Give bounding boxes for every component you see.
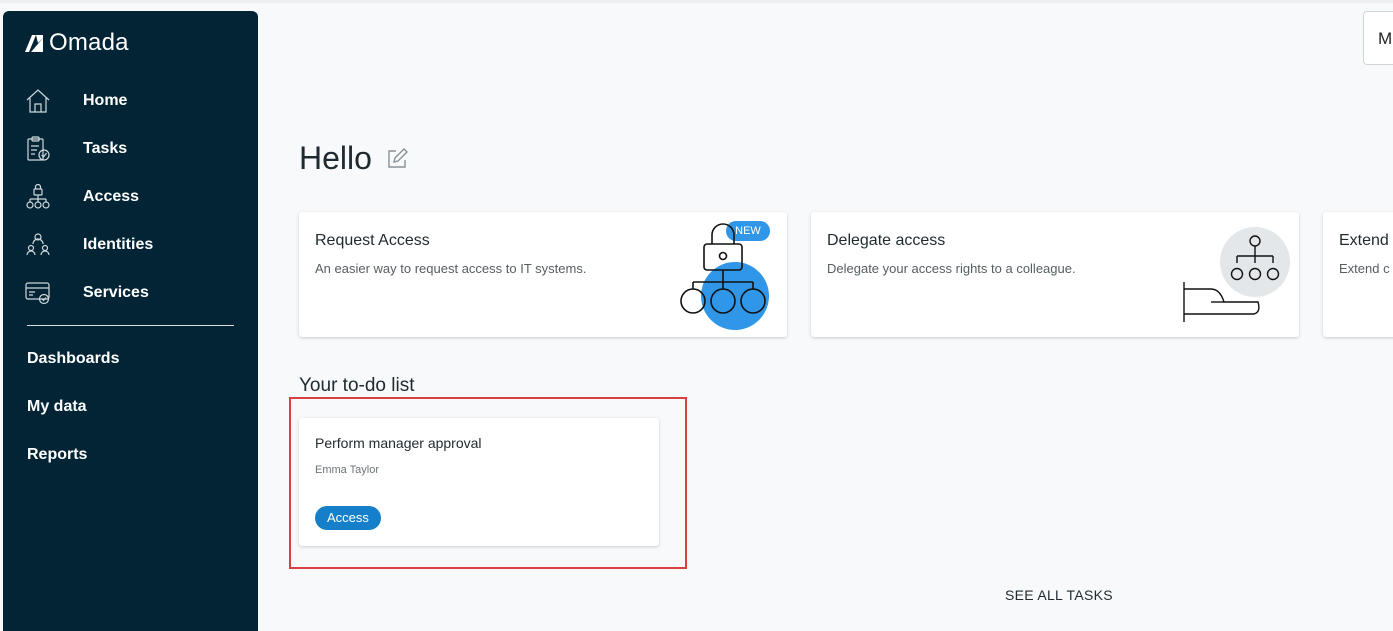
omada-logo[interactable]: Omada: [23, 29, 129, 57]
services-card-icon: [25, 282, 50, 305]
task-title: Perform manager approval: [315, 435, 482, 451]
sidebar-link-my-data[interactable]: My data: [27, 398, 87, 416]
sidebar-item-label: Services: [83, 284, 149, 301]
page-title: Hello: [299, 140, 372, 176]
sidebar-item-label: Tasks: [83, 140, 128, 157]
sidebar-item-home[interactable]: Home: [3, 81, 258, 121]
todo-list-heading: Your to-do list: [299, 375, 415, 396]
user-menu-button[interactable]: M: [1363, 11, 1393, 65]
delegate-access-card[interactable]: Delegate access Delegate your access rig…: [811, 212, 1299, 337]
sidebar-divider: [27, 325, 234, 326]
sidebar-item-tasks[interactable]: Tasks: [3, 129, 258, 169]
request-access-illustration: [680, 223, 769, 330]
card-description: Delegate your access rights to a colleag…: [827, 261, 1076, 276]
card-description: Extend c: [1339, 261, 1390, 276]
delegate-access-illustration: [1183, 227, 1290, 322]
sidebar-item-access[interactable]: Access: [3, 177, 258, 217]
sidebar-link-dashboards[interactable]: Dashboards: [27, 350, 119, 368]
task-card[interactable]: Perform manager approval Emma Taylor Acc…: [299, 418, 659, 546]
sidebar-item-label: Home: [83, 92, 128, 109]
sidebar: Omada Home Tasks Access Identities Servi…: [3, 11, 258, 631]
card-title: Extend: [1339, 232, 1389, 249]
top-border: [0, 0, 1393, 3]
omada-logo-icon: [25, 35, 43, 52]
card-description: An easier way to request access to IT sy…: [315, 261, 587, 276]
extend-access-card[interactable]: Extend Extend c: [1323, 212, 1393, 337]
access-lock-tree-icon: [26, 184, 50, 209]
card-title: Request Access: [315, 232, 430, 249]
sidebar-item-label: Identities: [83, 236, 154, 253]
card-title: Delegate access: [827, 232, 946, 249]
sidebar-link-reports[interactable]: Reports: [27, 446, 87, 464]
sidebar-item-label: Access: [83, 188, 140, 205]
brand-name: Omada: [49, 29, 129, 56]
task-person: Emma Taylor: [315, 464, 379, 476]
sidebar-item-services[interactable]: Services: [3, 273, 258, 313]
task-category-tag: Access: [315, 506, 381, 530]
request-access-card[interactable]: Request Access An easier way to request …: [299, 212, 787, 337]
see-all-tasks-link[interactable]: SEE ALL TASKS: [1005, 587, 1113, 603]
sidebar-item-identities[interactable]: Identities: [3, 225, 258, 265]
tasks-clipboard-icon: [27, 136, 50, 161]
identities-people-icon: [26, 233, 50, 256]
edit-icon[interactable]: [386, 148, 408, 170]
home-icon: [26, 89, 50, 113]
